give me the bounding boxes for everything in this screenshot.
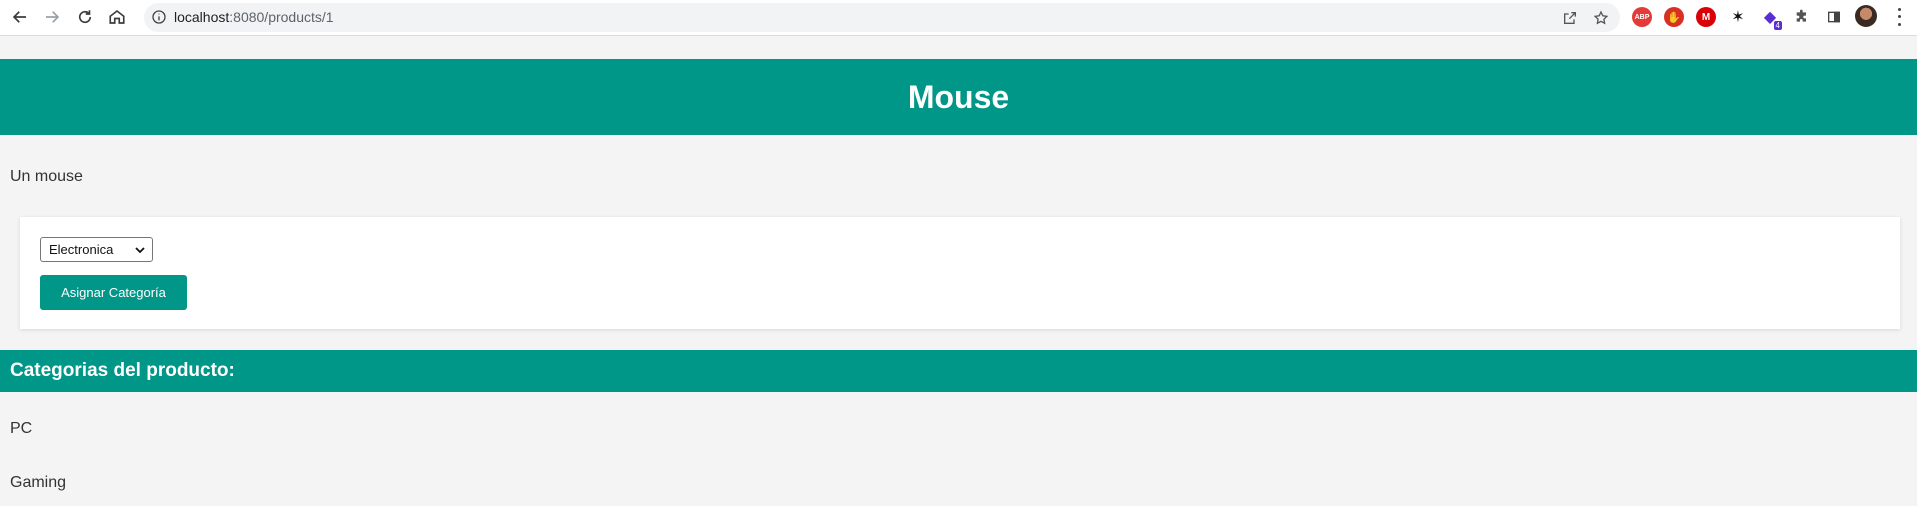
mega-icon[interactable]: M (1696, 7, 1716, 27)
categories-title: Categorias del producto: (10, 360, 235, 381)
list-item: Gaming (10, 474, 67, 491)
product-description: Un mouse (10, 168, 83, 185)
url-path: :8080/products/1 (229, 9, 334, 25)
share-icon[interactable] (1560, 8, 1580, 28)
reload-icon[interactable] (72, 4, 98, 30)
puzzle-icon[interactable] (1792, 7, 1812, 27)
back-icon[interactable] (7, 4, 33, 30)
assign-category-card: Electronica Asignar Categoría (20, 217, 1900, 329)
category-select-value: Electronica (49, 242, 114, 257)
star-icon[interactable] (1591, 8, 1611, 28)
product-header: Mouse (0, 59, 1917, 135)
url-text[interactable]: localhost:8080/products/1 (174, 9, 334, 25)
avatar[interactable] (1855, 5, 1877, 27)
categories-header: Categorias del producto: (0, 350, 1917, 392)
chevron-down-icon (135, 247, 145, 254)
address-bar[interactable]: localhost:8080/products/1 (144, 3, 1620, 32)
assign-category-button[interactable]: Asignar Categoría (40, 275, 187, 310)
black-extension-icon[interactable]: ✶ (1728, 7, 1748, 27)
browser-toolbar: localhost:8080/products/1 ABP ✋ M ✶ ◆ 4 (0, 0, 1917, 36)
category-select[interactable]: Electronica (40, 237, 153, 262)
abp-label: ABP (1634, 13, 1650, 21)
info-icon[interactable] (150, 8, 168, 26)
hand-stop-icon[interactable]: ✋ (1664, 7, 1684, 27)
forward-icon[interactable] (39, 4, 65, 30)
purple-extension-icon[interactable]: ◆ 4 (1760, 7, 1782, 30)
list-item: PC (10, 420, 33, 437)
more-vertical-icon[interactable] (1891, 6, 1907, 28)
purple-extension-badge: 4 (1773, 21, 1782, 30)
page-title: Mouse (907, 78, 1010, 115)
home-icon[interactable] (104, 4, 130, 30)
url-host: localhost (174, 9, 230, 25)
abp-icon[interactable]: ABP (1632, 7, 1652, 27)
side-panel-icon[interactable] (1824, 7, 1844, 27)
